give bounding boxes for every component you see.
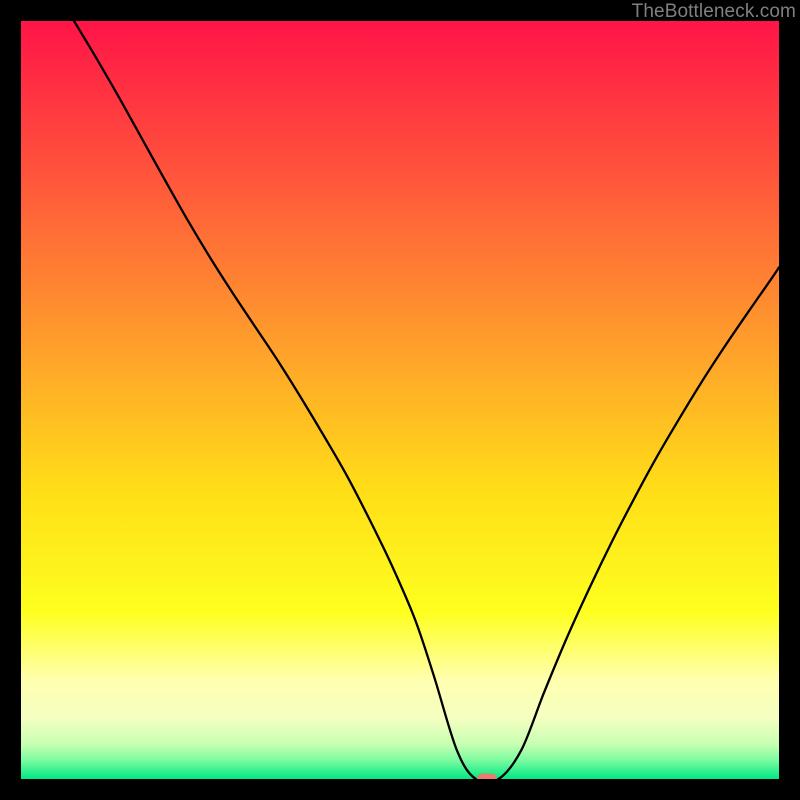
plot-area [21,21,779,779]
plot-wrap [21,21,779,779]
watermark-text: TheBottleneck.com [632,1,796,23]
optimum-marker [477,774,497,780]
bottleneck-curve [74,21,779,779]
chart-frame: TheBottleneck.com [0,0,800,800]
curve-svg [21,21,779,779]
